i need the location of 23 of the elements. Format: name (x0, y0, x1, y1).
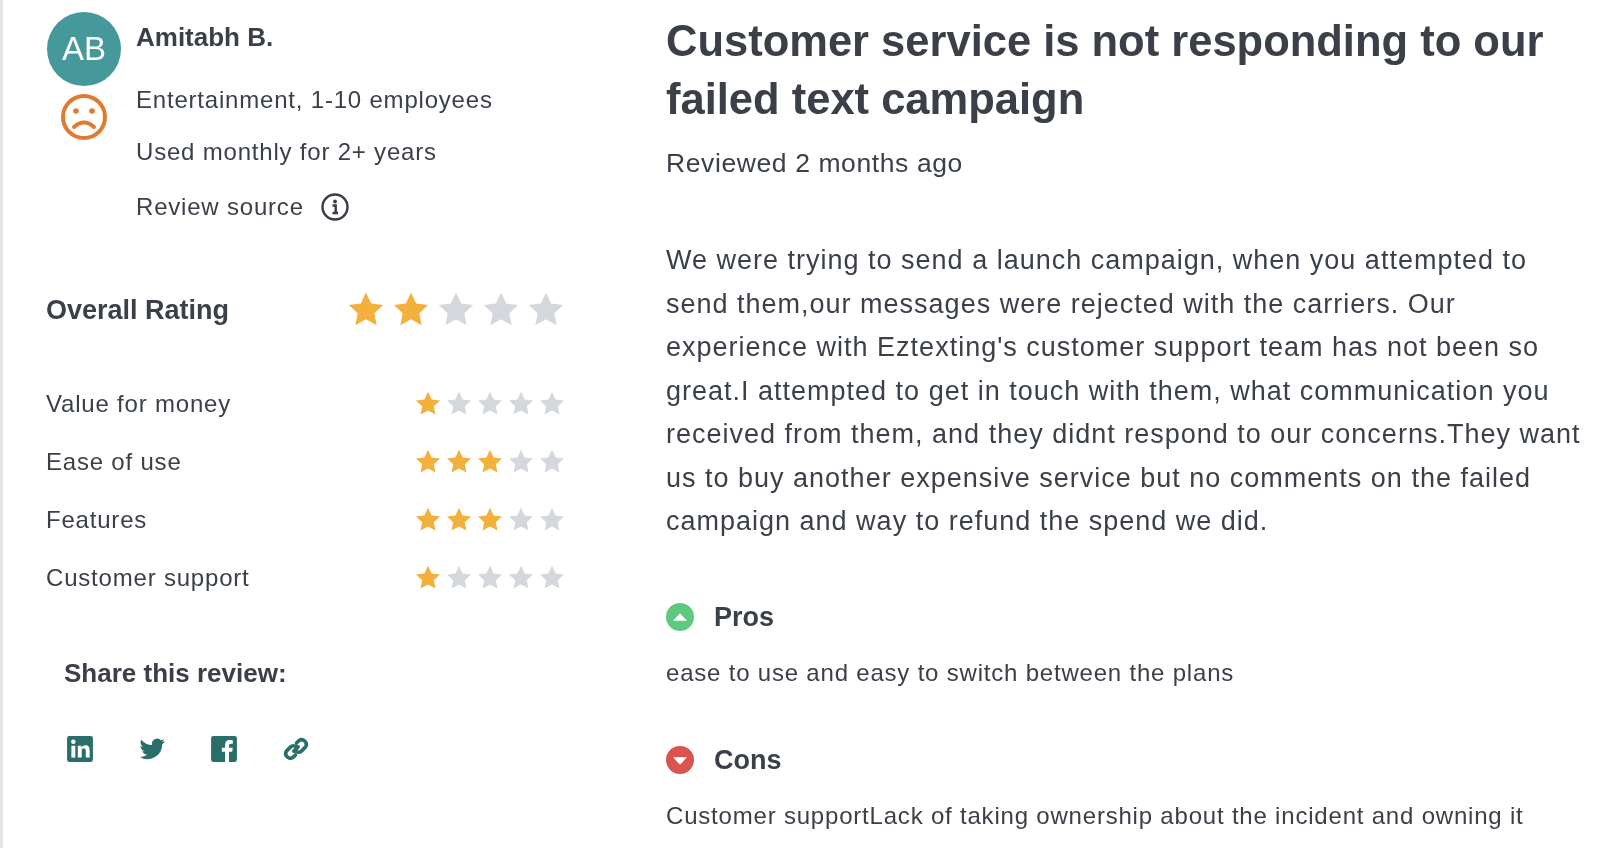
reviewer-name: Amitabh B. (136, 22, 275, 54)
rating-label: Customer support (46, 564, 250, 592)
rating-label: Value for money (46, 390, 231, 418)
rating-label: Features (46, 506, 148, 534)
rating-label: Ease of use (46, 448, 182, 476)
review-text: We were trying to send a launch campaign, when you attempted to send them,our messages were rejected with the carriers. Our experience with Eztexting's customer support team has not been so great.I attempted to get in touch with them, what communication you received from them, and they didnt respond to our concerns.They want us to buy another expensive service but no comments on the failed campaign and way to refund the spend we did. (666, 244, 1582, 538)
review-title: Customer service is not responding to our failed text campaign (666, 16, 1545, 125)
section-heading: Cons (714, 744, 782, 776)
facebook-icon[interactable] (210, 735, 238, 763)
linkedin-icon[interactable] (66, 735, 94, 763)
section-text: ease to use and easy to switch between the plans (666, 658, 1236, 687)
overall-rating-label: Overall Rating (46, 294, 230, 326)
avatar: AB (47, 12, 121, 86)
info-icon[interactable] (319, 192, 350, 222)
review-date: Reviewed 2 months ago (666, 148, 964, 179)
share-heading: Share this review: (64, 658, 288, 689)
review-source-label: Review source (136, 193, 304, 221)
section-text: Customer supportLack of taking ownership about the incident and owning it (666, 801, 1525, 830)
reviewer-detail: Entertainment, 1-10 employees (136, 85, 493, 115)
section-heading: Pros (714, 601, 775, 633)
link-icon[interactable] (282, 735, 310, 763)
sad-face-icon (59, 92, 109, 142)
reviewer-detail: Used monthly for 2+ years (136, 137, 438, 167)
